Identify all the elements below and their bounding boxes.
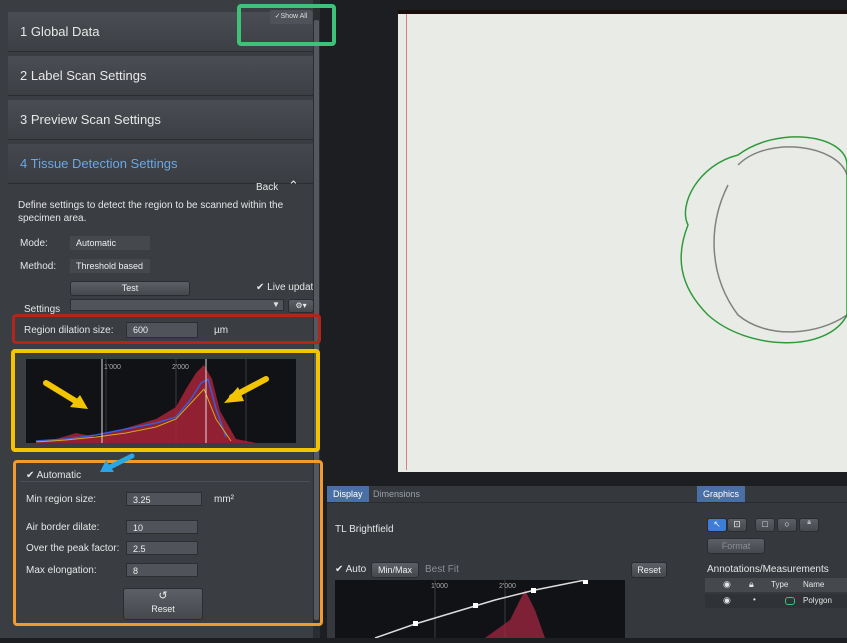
tick-label: 1'000 — [431, 583, 448, 590]
automatic-highlight — [13, 460, 323, 626]
back-link[interactable]: Back — [256, 182, 278, 193]
lock-icon: 🔒︎ — [749, 579, 754, 589]
column-name: Name — [803, 580, 825, 589]
tissue-outline — [680, 136, 847, 344]
slide-preview-image[interactable] — [398, 10, 847, 472]
divider — [327, 502, 697, 503]
chevron-down-icon[interactable]: ▼ — [272, 300, 280, 309]
slide-edge-line — [406, 14, 407, 470]
annotations-header-row: ◉ 🔒︎ Type Name — [705, 578, 847, 592]
region-dilation-highlight — [12, 314, 321, 344]
method-label: Method: — [20, 261, 57, 272]
live-update-label: Live update — [267, 282, 319, 293]
pan-tool-icon[interactable]: ⊡ — [727, 518, 747, 532]
arrow-down-left-icon — [100, 453, 135, 472]
format-button[interactable]: Format — [707, 538, 765, 554]
test-button[interactable]: Test — [70, 281, 190, 296]
gear-menu-button[interactable]: ⚙▾ — [288, 299, 314, 313]
visibility-icon[interactable]: ◉ — [723, 595, 731, 606]
display-panel: Display Dimensions TL Brightfield ✔ Auto… — [327, 486, 697, 639]
graphics-panel: Graphics ↖ ⊡ □ ○ ª Format Annotations/Me… — [697, 486, 847, 638]
text-tool-icon[interactable]: ª — [799, 518, 819, 532]
annotation-name: Polygon — [803, 596, 832, 605]
slide-top-edge — [398, 10, 847, 14]
eye-icon: ◉ — [723, 579, 731, 589]
section-label-scan[interactable]: 2 Label Scan Settings — [8, 56, 313, 96]
display-histogram[interactable]: 1'000 2'000 — [335, 579, 625, 639]
description-text: Define settings to detect the region to … — [18, 200, 284, 224]
circle-tool-icon[interactable]: ○ — [777, 518, 797, 532]
select-tool-icon[interactable]: ↖ — [707, 518, 727, 532]
mode-value[interactable]: Automatic — [70, 236, 150, 250]
settings-dropdown[interactable] — [70, 299, 284, 311]
section-tissue-detection[interactable]: 4 Tissue Detection Settings — [8, 144, 313, 184]
divider — [697, 502, 847, 503]
histogram-red — [485, 590, 545, 638]
annotations-title: Annotations/Measurements — [707, 564, 829, 575]
rectangle-tool-icon[interactable]: □ — [755, 518, 775, 532]
curve-handle[interactable] — [473, 603, 478, 608]
tab-graphics[interactable]: Graphics — [697, 486, 746, 502]
unlock-icon[interactable]: • — [753, 595, 756, 604]
display-curve: 1'000 2'000 — [374, 579, 588, 639]
channel-label: TL Brightfield — [335, 524, 394, 535]
tick-label: 2'000 — [499, 583, 516, 590]
polygon-icon — [785, 597, 795, 605]
section-label: 4 Tissue Detection Settings — [20, 156, 178, 171]
show-all-highlight — [237, 4, 336, 46]
curve-handle[interactable] — [583, 579, 588, 584]
curve-handle[interactable] — [413, 621, 418, 626]
collapse-icon[interactable]: ⌃ — [288, 178, 299, 194]
histogram-highlight — [11, 349, 320, 452]
table-row[interactable]: ◉ • Polygon — [705, 594, 847, 608]
display-reset-button[interactable]: Reset — [631, 562, 667, 578]
live-update-checkbox[interactable]: ✔ Live update — [256, 282, 319, 293]
auto-checkbox[interactable]: ✔ Auto — [335, 564, 366, 575]
column-type: Type — [771, 580, 789, 589]
tab-dimensions[interactable]: Dimensions — [367, 486, 426, 502]
auto-label: Auto — [345, 564, 367, 575]
section-label: 2 Label Scan Settings — [20, 68, 147, 83]
section-label: 3 Preview Scan Settings — [20, 112, 161, 127]
section-label: 1 Global Data — [20, 24, 100, 39]
curve-handle[interactable] — [531, 588, 536, 593]
mode-label: Mode: — [20, 238, 48, 249]
bestfit-button[interactable]: Best Fit — [425, 564, 459, 575]
section-preview-scan[interactable]: 3 Preview Scan Settings — [8, 100, 313, 140]
minmax-button[interactable]: Min/Max — [371, 562, 419, 578]
gamma-curve[interactable] — [374, 579, 586, 639]
method-value[interactable]: Threshold based — [70, 259, 150, 273]
tab-display[interactable]: Display — [327, 486, 369, 502]
